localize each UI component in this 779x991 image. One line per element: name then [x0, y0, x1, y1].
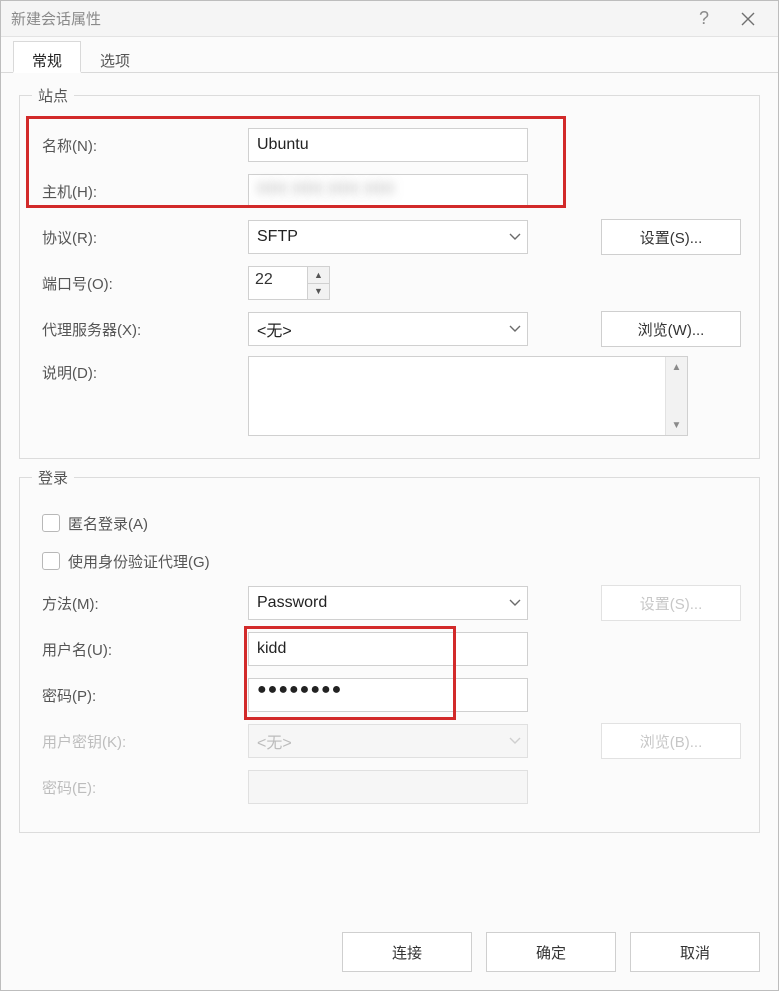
userkey-browse-button: 浏览(B)... — [601, 723, 741, 759]
triangle-up-icon: ▲ — [666, 357, 687, 377]
help-icon: ? — [699, 8, 709, 29]
label-host: 主机(H): — [42, 184, 97, 201]
protocol-settings-label: 设置(S)... — [640, 227, 703, 248]
proxy-browse-label: 浏览(W)... — [638, 319, 705, 340]
port-spin-up[interactable]: ▲ — [308, 267, 329, 284]
row-anonymous: 匿名登录(A) — [38, 504, 741, 542]
label-password: 密码(P): — [42, 688, 96, 705]
connect-label: 连接 — [392, 942, 422, 963]
dialog-footer: 连接 确定 取消 — [1, 918, 778, 990]
protocol-select[interactable]: SFTP — [248, 220, 528, 254]
ok-button[interactable]: 确定 — [486, 932, 616, 972]
cancel-button[interactable]: 取消 — [630, 932, 760, 972]
cancel-label: 取消 — [680, 942, 710, 963]
label-name: 名称(N): — [42, 138, 97, 155]
description-textarea[interactable]: ▲ ▼ — [248, 356, 688, 436]
auth-agent-checkbox[interactable] — [42, 552, 60, 570]
label-description: 说明(D): — [42, 365, 97, 382]
anonymous-checkbox[interactable] — [42, 514, 60, 532]
row-proxy: 代理服务器(X): <无> 浏览(W)... — [38, 306, 741, 352]
anonymous-label: 匿名登录(A) — [68, 513, 148, 534]
triangle-up-icon: ▲ — [314, 270, 323, 280]
chevron-down-icon — [509, 320, 521, 338]
method-select[interactable]: Password — [248, 586, 528, 620]
help-button[interactable]: ? — [682, 1, 726, 37]
chevron-down-icon — [509, 594, 521, 612]
group-login-legend: 登录 — [32, 467, 74, 488]
close-icon — [741, 12, 755, 26]
port-spin-down[interactable]: ▼ — [308, 284, 329, 300]
row-auth-agent: 使用身份验证代理(G) — [38, 542, 741, 580]
triangle-down-icon: ▼ — [666, 415, 687, 435]
label-method: 方法(M): — [42, 596, 99, 613]
row-protocol: 协议(R): SFTP 设置(S)... — [38, 214, 741, 260]
tab-general[interactable]: 常规 — [13, 41, 81, 73]
userkey-browse-label: 浏览(B)... — [640, 731, 703, 752]
row-keypass: 密码(E): — [38, 764, 741, 810]
connect-button[interactable]: 连接 — [342, 932, 472, 972]
port-value: 22 — [249, 267, 307, 299]
label-username: 用户名(U): — [42, 642, 112, 659]
group-login: 登录 匿名登录(A) 使用身份验证代理(G) 方法(M): — [19, 477, 760, 833]
row-description: 说明(D): ▲ ▼ — [38, 356, 741, 436]
label-proxy: 代理服务器(X): — [42, 322, 141, 339]
protocol-value: SFTP — [257, 228, 298, 246]
keypass-input — [248, 770, 528, 804]
name-input[interactable] — [248, 128, 528, 162]
method-value: Password — [257, 594, 327, 612]
group-site: 站点 名称(N): 主机(H): xxx.xxx.xxx.xxx — [19, 95, 760, 459]
tab-options-label: 选项 — [100, 53, 130, 70]
chevron-down-icon — [509, 732, 521, 750]
tab-general-label: 常规 — [32, 53, 62, 70]
method-settings-button: 设置(S)... — [601, 585, 741, 621]
method-settings-label: 设置(S)... — [640, 593, 703, 614]
username-input[interactable] — [248, 632, 528, 666]
proxy-select[interactable]: <无> — [248, 312, 528, 346]
proxy-browse-button[interactable]: 浏览(W)... — [601, 311, 741, 347]
ok-label: 确定 — [536, 942, 566, 963]
close-button[interactable] — [726, 1, 770, 37]
label-keypass: 密码(E): — [42, 780, 96, 797]
tab-bar: 常规 选项 — [1, 37, 778, 73]
host-input[interactable]: xxx.xxx.xxx.xxx — [248, 174, 528, 208]
row-method: 方法(M): Password 设置(S)... — [38, 580, 741, 626]
group-site-legend: 站点 — [32, 85, 74, 106]
dialog-body: 站点 名称(N): 主机(H): xxx.xxx.xxx.xxx — [1, 73, 778, 918]
tab-options[interactable]: 选项 — [81, 41, 149, 72]
titlebar: 新建会话属性 ? — [1, 1, 778, 37]
protocol-settings-button[interactable]: 设置(S)... — [601, 219, 741, 255]
password-mask: ●●●●●●●● — [257, 681, 342, 698]
proxy-value: <无> — [257, 317, 292, 341]
label-port: 端口号(O): — [42, 276, 113, 293]
row-username: 用户名(U): — [38, 626, 741, 672]
label-protocol: 协议(R): — [42, 230, 97, 247]
row-name: 名称(N): — [38, 122, 741, 168]
chevron-down-icon — [509, 228, 521, 246]
port-spinner[interactable]: 22 ▲ ▼ — [248, 266, 330, 300]
password-input[interactable]: ●●●●●●●● — [248, 678, 528, 712]
row-password: 密码(P): ●●●●●●●● — [38, 672, 741, 718]
window-title: 新建会话属性 — [11, 8, 101, 29]
dialog-window: 新建会话属性 ? 常规 选项 站点 名称(N): — [0, 0, 779, 991]
row-port: 端口号(O): 22 ▲ ▼ — [38, 260, 741, 306]
userkey-value: <无> — [257, 729, 292, 753]
row-userkey: 用户密钥(K): <无> 浏览(B)... — [38, 718, 741, 764]
triangle-down-icon: ▼ — [314, 286, 323, 296]
label-userkey: 用户密钥(K): — [42, 734, 126, 751]
textarea-scrollbar[interactable]: ▲ ▼ — [665, 357, 687, 435]
auth-agent-label: 使用身份验证代理(G) — [68, 551, 210, 572]
userkey-select: <无> — [248, 724, 528, 758]
row-host: 主机(H): xxx.xxx.xxx.xxx — [38, 168, 741, 214]
